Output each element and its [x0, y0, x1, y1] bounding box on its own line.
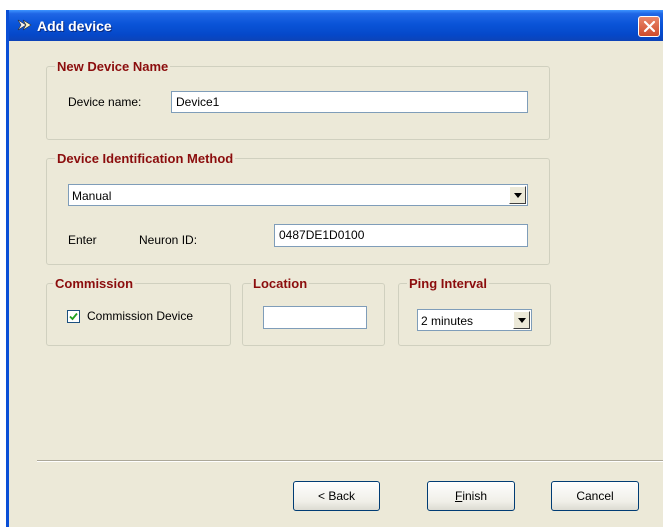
commission-device-checkbox[interactable] [67, 310, 80, 323]
location-group: Location [242, 276, 385, 346]
commission-group: Commission Commission Device [46, 276, 231, 346]
identification-method-legend: Device Identification Method [55, 151, 236, 166]
commission-legend: Commission [53, 276, 136, 291]
enter-label: Enter [68, 233, 97, 247]
app-arrow-icon [17, 18, 33, 32]
ping-interval-legend: Ping Interval [407, 276, 490, 291]
ping-interval-group: Ping Interval 2 minutes [398, 276, 551, 346]
dropdown-arrow-icon[interactable] [509, 186, 526, 204]
window-title: Add device [37, 18, 112, 34]
close-icon [643, 20, 656, 33]
finish-label-rest: inish [462, 489, 488, 503]
location-legend: Location [251, 276, 310, 291]
close-button[interactable] [638, 16, 660, 37]
checkmark-icon [69, 312, 78, 321]
device-name-input[interactable]: Device1 [171, 91, 528, 113]
button-separator [37, 460, 663, 462]
neuron-id-input[interactable]: 0487DE1D0100 [274, 224, 528, 247]
commission-device-label[interactable]: Commission Device [87, 309, 193, 323]
new-device-name-group: New Device Name Device name: Device1 [46, 59, 550, 140]
neuron-id-label: Neuron ID: [139, 233, 198, 247]
identification-method-value: Manual [72, 189, 112, 203]
new-device-name-legend: New Device Name [55, 59, 171, 74]
ping-interval-select[interactable]: 2 minutes [417, 309, 532, 331]
title-bar[interactable]: Add device [9, 10, 663, 41]
cancel-button[interactable]: Cancel [551, 481, 639, 511]
add-device-dialog: Add device New Device Name Device name: … [6, 10, 663, 527]
back-button[interactable]: < Back [293, 481, 380, 511]
identification-method-select[interactable]: Manual [68, 184, 528, 206]
finish-button[interactable]: Finish [427, 481, 515, 511]
identification-method-group: Device Identification Method Manual Ente… [46, 151, 550, 265]
location-input[interactable] [263, 306, 367, 329]
ping-interval-value: 2 minutes [421, 314, 474, 328]
dropdown-arrow-icon[interactable] [513, 311, 530, 329]
device-name-label: Device name: [68, 95, 142, 109]
